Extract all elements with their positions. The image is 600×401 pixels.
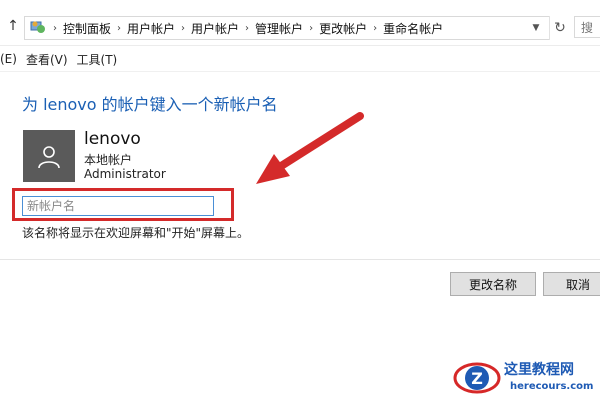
chevron-right-icon[interactable]: › <box>181 23 185 34</box>
account-role: Administrator <box>84 167 166 181</box>
menu-bar: (E) 查看(V) 工具(T) <box>0 47 600 72</box>
menu-item-tools[interactable]: 工具(T) <box>77 51 118 68</box>
up-arrow-icon[interactable]: ↑ <box>6 18 20 34</box>
breadcrumb-item[interactable]: 用户帐户 <box>127 20 175 37</box>
chevron-right-icon[interactable]: › <box>53 23 57 34</box>
refresh-icon[interactable]: ↻ <box>549 16 570 40</box>
menu-item-edit[interactable]: (E) <box>0 52 17 66</box>
breadcrumb-item[interactable]: 更改帐户 <box>319 20 367 37</box>
red-arrow-annotation <box>256 112 364 184</box>
hint-text: 该名称将显示在欢迎屏幕和"开始"屏幕上。 <box>22 226 250 240</box>
new-account-name-input[interactable] <box>22 196 214 216</box>
breadcrumb: › 控制面板 › 用户帐户 › 用户帐户 › 管理帐户 › 更改帐户 › 重命名… <box>53 17 443 39</box>
rename-button[interactable]: 更改名称 <box>450 272 536 296</box>
account-name: lenovo <box>84 129 141 149</box>
cancel-button[interactable]: 取消 <box>543 272 600 296</box>
chevron-right-icon[interactable]: › <box>373 23 377 34</box>
address-bar: ↑ › 控制面板 › 用户帐户 › 用户帐户 › 管理帐户 › 更改帐户 › 重… <box>0 0 600 46</box>
svg-text:Z: Z <box>471 369 483 388</box>
breadcrumb-item[interactable]: 重命名帐户 <box>383 20 443 37</box>
breadcrumb-item[interactable]: 用户帐户 <box>191 20 239 37</box>
page-title: 为 lenovo 的帐户键入一个新帐户名 <box>22 95 278 114</box>
chevron-right-icon[interactable]: › <box>309 23 313 34</box>
address-box[interactable]: › 控制面板 › 用户帐户 › 用户帐户 › 管理帐户 › 更改帐户 › 重命名… <box>24 16 550 40</box>
watermark-logo-icon: Z <box>453 362 501 394</box>
chevron-down-icon[interactable]: ▼ <box>526 16 546 40</box>
control-panel-icon <box>30 21 45 33</box>
account-type: 本地帐户 <box>84 153 133 167</box>
watermark-title: 这里教程网 <box>504 362 574 378</box>
user-silhouette-icon <box>38 146 60 169</box>
divider <box>0 259 600 260</box>
chevron-right-icon[interactable]: › <box>245 23 249 34</box>
search-input[interactable]: 搜 <box>574 16 600 38</box>
watermark-url: herecours.com <box>510 381 594 392</box>
chevron-right-icon[interactable]: › <box>117 23 121 34</box>
avatar <box>23 130 75 182</box>
breadcrumb-item[interactable]: 控制面板 <box>63 20 111 37</box>
menu-item-view[interactable]: 查看(V) <box>26 51 68 68</box>
breadcrumb-item[interactable]: 管理帐户 <box>255 20 303 37</box>
